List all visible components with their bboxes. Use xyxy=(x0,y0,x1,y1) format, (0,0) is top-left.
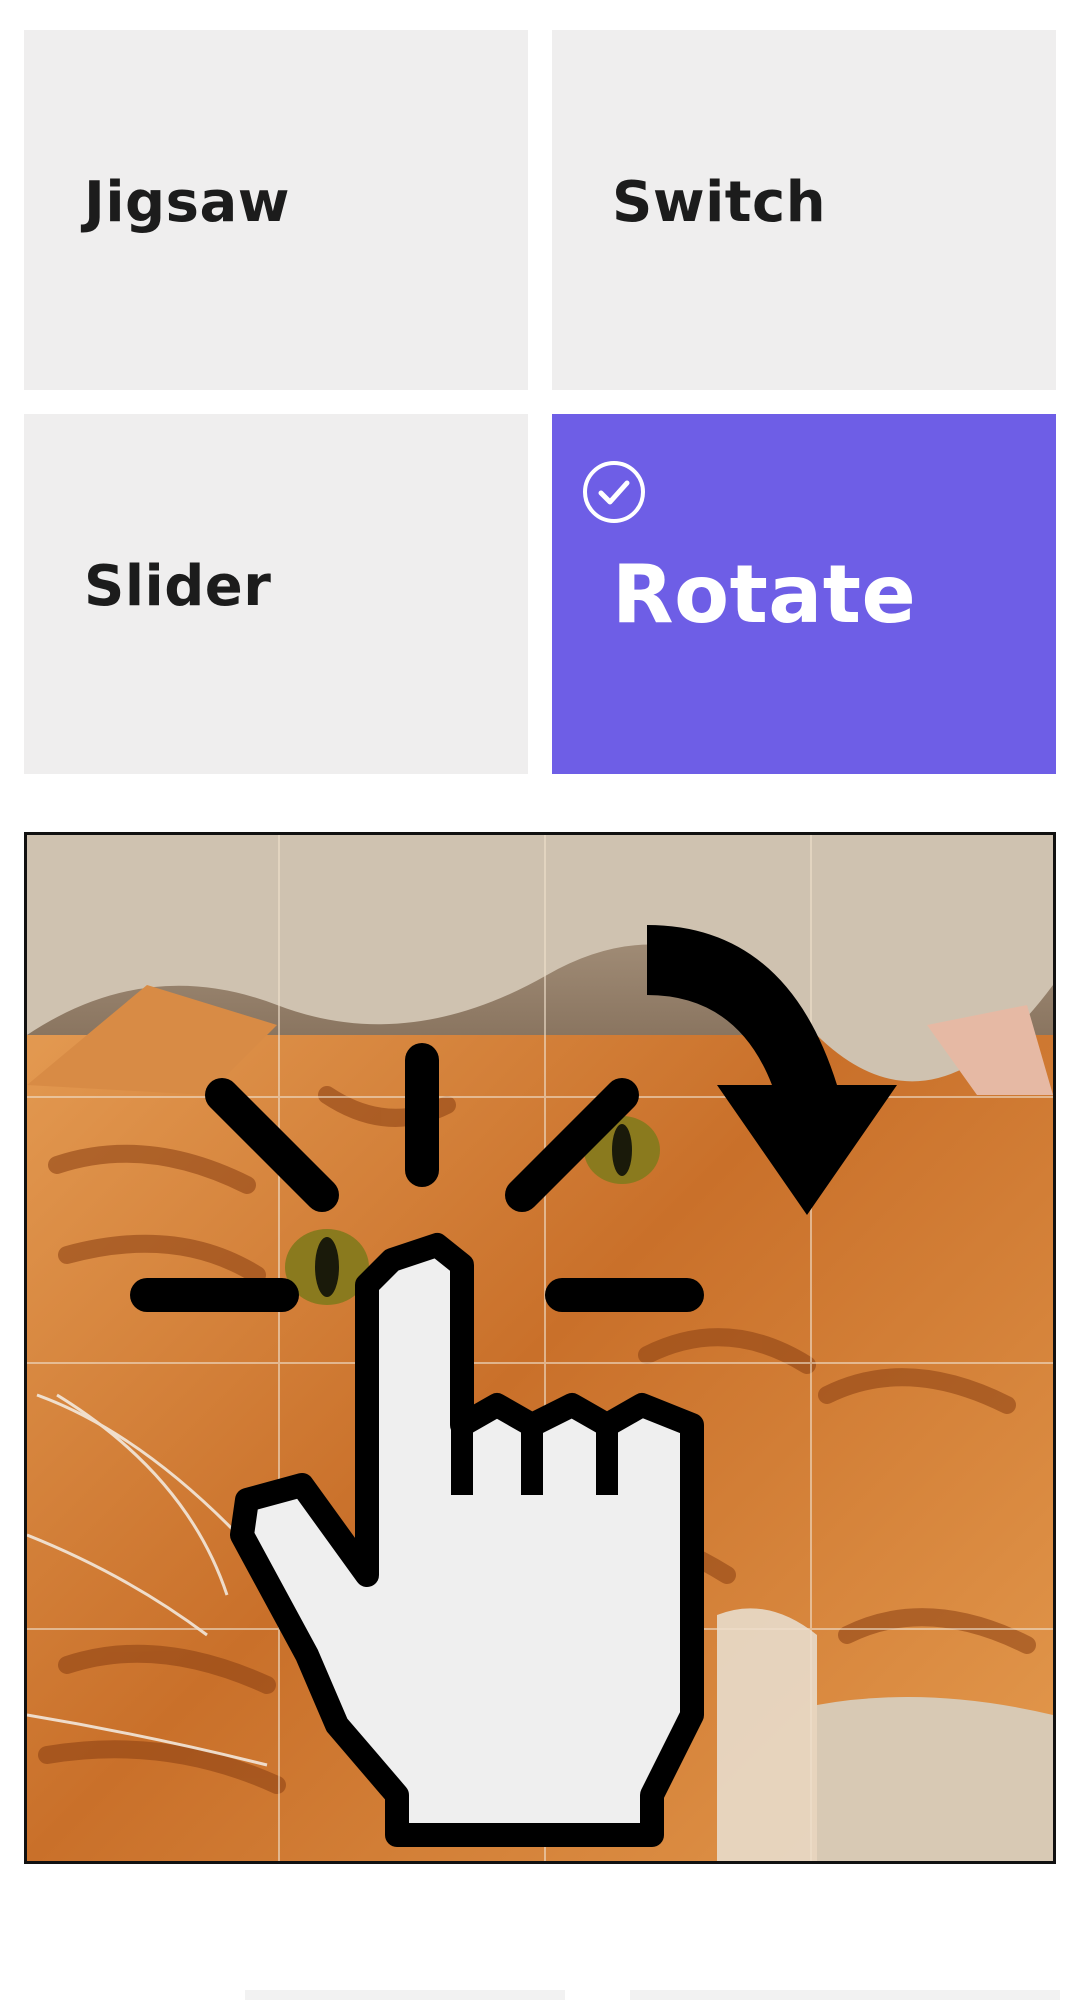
puzzle-piece[interactable] xyxy=(283,1363,547,1627)
ad-banner-edge xyxy=(630,1990,1060,2000)
puzzle-piece[interactable] xyxy=(283,835,547,1099)
puzzle-piece[interactable] xyxy=(795,1099,1053,1363)
puzzle-piece[interactable] xyxy=(539,1363,803,1627)
puzzle-board xyxy=(24,832,1056,1864)
mode-label-switch: Switch xyxy=(612,170,827,235)
mode-tile-rotate[interactable]: Rotate xyxy=(552,414,1056,774)
mode-tile-jigsaw[interactable]: Jigsaw xyxy=(24,30,528,390)
mode-label-rotate: Rotate xyxy=(612,548,917,641)
puzzle-piece[interactable] xyxy=(27,835,291,1099)
mode-label-jigsaw: Jigsaw xyxy=(84,170,290,235)
puzzle-piece[interactable] xyxy=(27,1363,291,1627)
puzzle-piece[interactable] xyxy=(283,1627,547,1861)
puzzle-piece[interactable] xyxy=(795,1627,1053,1861)
puzzle-piece[interactable] xyxy=(795,835,1053,1099)
puzzle-piece[interactable] xyxy=(27,1099,291,1363)
mode-label-slider: Slider xyxy=(84,554,272,619)
mode-tile-switch[interactable]: Switch xyxy=(552,30,1056,390)
puzzle-piece[interactable] xyxy=(539,1627,803,1861)
puzzle-piece[interactable] xyxy=(795,1363,1053,1627)
puzzle-piece[interactable] xyxy=(539,1099,803,1363)
ad-banner-edge xyxy=(245,1990,565,2000)
mode-tile-slider[interactable]: Slider xyxy=(24,414,528,774)
puzzle-piece[interactable] xyxy=(27,1627,291,1861)
puzzle-piece[interactable] xyxy=(539,835,803,1099)
puzzle-piece[interactable] xyxy=(283,1099,547,1363)
check-circle-icon xyxy=(583,461,645,523)
